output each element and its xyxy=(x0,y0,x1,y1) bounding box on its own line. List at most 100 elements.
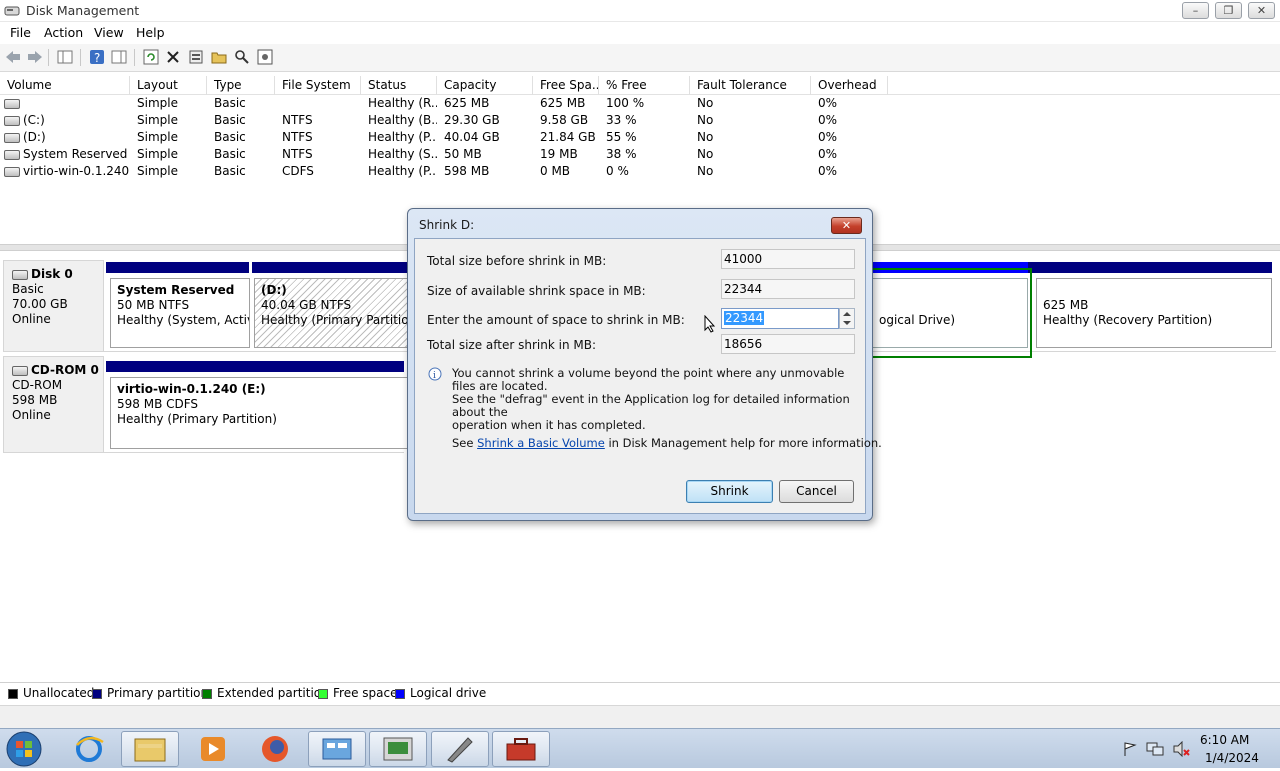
drive-icon xyxy=(4,98,20,109)
partition-logical-drive[interactable]: ogical Drive) xyxy=(872,278,1028,348)
clock-time[interactable]: 6:10 AM xyxy=(1200,733,1249,747)
legend-logical-drive: Logical drive xyxy=(410,686,487,700)
volume-muted-icon[interactable] xyxy=(1172,740,1190,758)
column-file-system[interactable]: File System xyxy=(275,76,361,95)
column-free-space[interactable]: Free Spa... xyxy=(533,76,599,95)
cell-pct-text: 0 % xyxy=(606,164,629,178)
cell-fault: No xyxy=(690,163,811,180)
virtio-size: 598 MB CDFS xyxy=(117,397,199,411)
column-capacity[interactable]: Capacity xyxy=(437,76,533,95)
cdrom0-partitions: virtio-win-0.1.240 (E:) 598 MB CDFS Heal… xyxy=(104,356,408,453)
cdrom0-state: Online xyxy=(12,408,51,422)
cell-status-text: Healthy (P... xyxy=(368,164,437,178)
cdrom0-label[interactable]: CD-ROM 0 CD-ROM 598 MB Online xyxy=(3,356,104,453)
legend-swatch-logical xyxy=(395,689,405,699)
column-type[interactable]: Type xyxy=(207,76,275,95)
cell-type-text: Basic xyxy=(214,147,246,161)
legend-primary: Primary partition xyxy=(107,686,209,700)
cdrom0-size: 598 MB xyxy=(12,393,58,407)
table-row[interactable]: System Reserved Simple Basic NTFS Healthy (S… xyxy=(0,146,900,163)
partition-recovery[interactable]: 625 MB Healthy (Recovery Partition) xyxy=(1036,278,1272,348)
start-button[interactable] xyxy=(4,730,44,768)
settings-icon[interactable] xyxy=(256,48,274,66)
table-row[interactable]: (D:) Simple Basic NTFS Healthy (P... 40.04 GB… xyxy=(0,129,900,146)
cell-free-text: 0 MB xyxy=(540,164,571,178)
sysres-size: 50 MB NTFS xyxy=(117,298,190,312)
delete-icon[interactable] xyxy=(164,48,182,66)
partition-virtio-win[interactable]: virtio-win-0.1.240 (E:) 598 MB CDFS Heal… xyxy=(110,377,408,449)
taskbar-control-panel-button[interactable] xyxy=(308,731,366,767)
column-status[interactable]: Status xyxy=(361,76,437,95)
taskbar-tool-button[interactable] xyxy=(431,731,489,767)
cell-fs-text: NTFS xyxy=(282,130,313,144)
cell-layout-text: Simple xyxy=(137,147,178,161)
cell-status-text: Healthy (P... xyxy=(368,130,437,144)
forward-icon[interactable] xyxy=(26,48,44,66)
cell-overhead-text: 0% xyxy=(818,130,838,144)
cell-status: Healthy (P... xyxy=(361,163,437,180)
refresh-icon[interactable] xyxy=(142,48,160,66)
title-bar: Disk Management – ❐ ✕ xyxy=(0,0,1280,22)
shrink-amount-spinner[interactable] xyxy=(839,308,855,329)
open-folder-icon[interactable] xyxy=(210,48,228,66)
virtio-title: virtio-win-0.1.240 (E:) xyxy=(117,382,266,396)
cell-type: Basic xyxy=(207,112,275,129)
menu-file[interactable]: File xyxy=(10,25,31,40)
column-percent-free[interactable]: % Free xyxy=(599,76,690,95)
shrink-button[interactable]: Shrink xyxy=(686,480,773,503)
table-row[interactable]: virtio-win-0.1.240 ... Simple Basic CDFS Hea… xyxy=(0,163,900,180)
cell-fault-text: No xyxy=(697,113,714,127)
cancel-button[interactable]: Cancel xyxy=(779,480,854,503)
cell-overhead: 0% xyxy=(811,112,888,129)
menu-bar: File Action View Help xyxy=(0,22,1280,44)
menu-help[interactable]: Help xyxy=(136,25,165,40)
shrink-amount-input[interactable]: 22344 xyxy=(721,308,839,329)
internet-explorer-icon[interactable] xyxy=(72,733,106,765)
shrink-help-link[interactable]: Shrink a Basic Volume xyxy=(477,436,605,450)
taskbar-explorer-button[interactable] xyxy=(121,731,179,767)
spin-up-icon[interactable] xyxy=(843,312,851,316)
properties-icon[interactable] xyxy=(187,48,205,66)
column-fault-tolerance[interactable]: Fault Tolerance xyxy=(690,76,811,95)
taskbar-toolbox-button[interactable] xyxy=(492,731,550,767)
cell-free: 0 MB xyxy=(533,163,599,180)
taskbar-disk-management-button[interactable] xyxy=(369,731,427,767)
cell-type: Basic xyxy=(207,129,275,146)
table-row[interactable]: (C:) Simple Basic NTFS Healthy (B... 29.30 GB… xyxy=(0,112,900,129)
column-overhead[interactable]: Overhead xyxy=(811,76,888,95)
cell-fs: NTFS xyxy=(275,112,361,129)
mouse-cursor-icon xyxy=(704,314,716,333)
table-row[interactable]: Simple Basic Healthy (R... 625 MB 625 MB 100 … xyxy=(0,95,900,112)
cell-overhead: 0% xyxy=(811,129,888,146)
close-window-button[interactable]: ✕ xyxy=(1248,2,1275,19)
cell-overhead: 0% xyxy=(811,146,888,163)
cdrom-icon xyxy=(12,365,28,376)
column-layout[interactable]: Layout xyxy=(130,76,207,95)
media-player-icon[interactable] xyxy=(196,733,230,765)
firefox-icon[interactable] xyxy=(258,732,292,766)
legend-swatch-extended xyxy=(202,689,212,699)
cell-status-text: Healthy (R... xyxy=(368,96,437,110)
column-volume[interactable]: Volume xyxy=(0,76,130,95)
recovery-status: Healthy (Recovery Partition) xyxy=(1043,313,1213,327)
recovery-size: 625 MB xyxy=(1043,298,1089,312)
minimize-button[interactable]: – xyxy=(1182,2,1209,19)
menu-action[interactable]: Action xyxy=(44,25,83,40)
disk0-label[interactable]: Disk 0 Basic 70.00 GB Online xyxy=(3,260,104,352)
back-icon[interactable] xyxy=(4,48,22,66)
dialog-close-button[interactable]: ✕ xyxy=(831,217,862,234)
cell-pct: 33 % xyxy=(599,112,690,129)
clock-date[interactable]: 1/4/2024 xyxy=(1205,751,1259,765)
cell-pct: 55 % xyxy=(599,129,690,146)
spin-down-icon[interactable] xyxy=(843,321,851,325)
show-hide-console-tree-icon[interactable] xyxy=(56,48,74,66)
help-icon[interactable]: ? xyxy=(88,48,106,66)
show-action-pane-icon[interactable] xyxy=(110,48,128,66)
menu-view[interactable]: View xyxy=(94,25,124,40)
search-icon[interactable] xyxy=(233,48,251,66)
partition-system-reserved[interactable]: System Reserved 50 MB NTFS Healthy (Syst… xyxy=(110,278,250,348)
action-center-flag-icon[interactable] xyxy=(1122,741,1138,757)
network-icon[interactable] xyxy=(1146,741,1164,757)
restore-button[interactable]: ❐ xyxy=(1215,2,1242,19)
cell-type: Basic xyxy=(207,95,275,112)
